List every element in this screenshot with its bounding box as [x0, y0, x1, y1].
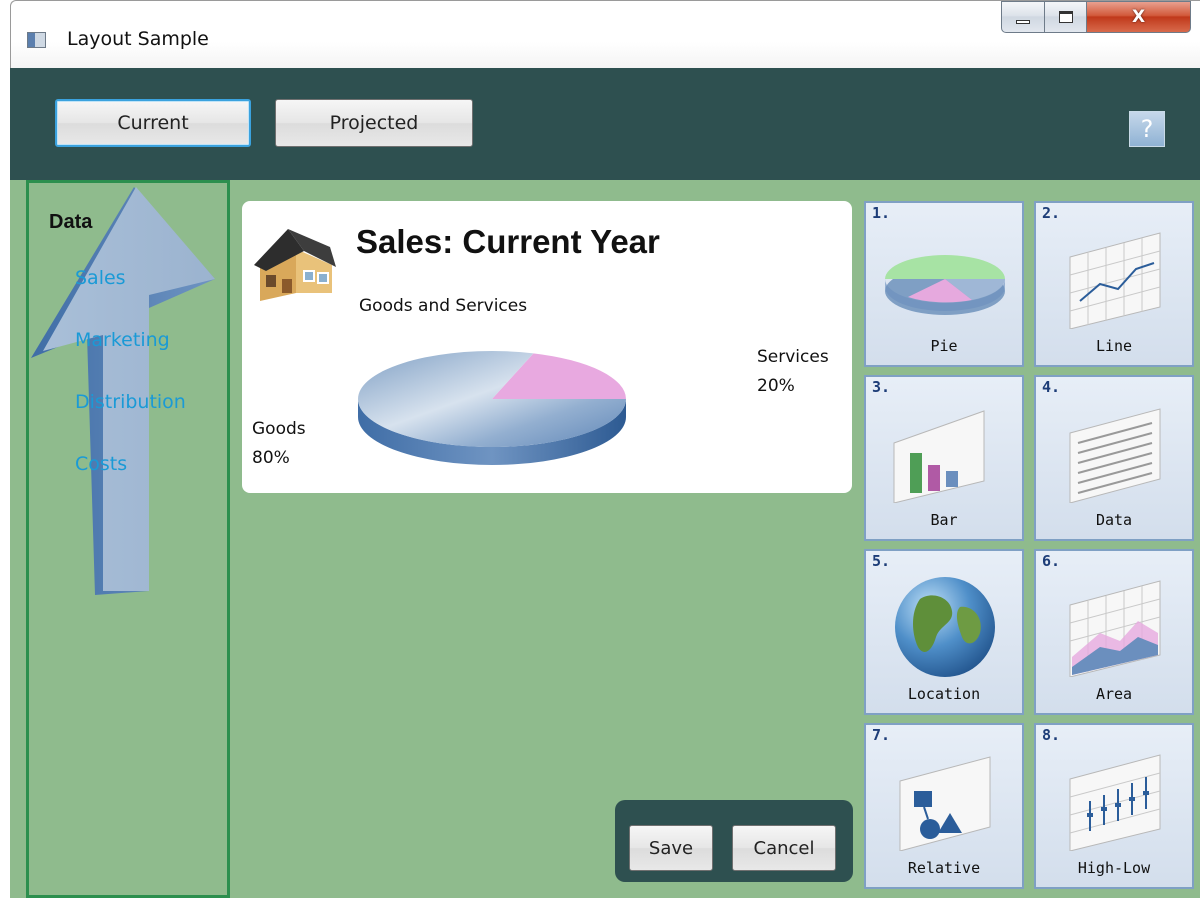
line-chart-icon	[1069, 232, 1161, 329]
sidebar-item-costs[interactable]: Costs	[75, 453, 127, 475]
pie-label-goods-value: 80%	[252, 448, 290, 468]
toolbar: Current Projected ?	[10, 68, 1200, 180]
chart-type-bar[interactable]: 3. Bar	[864, 375, 1024, 541]
tile-label: Area	[1095, 685, 1133, 703]
chart-type-pie[interactable]: 1. Pie	[864, 201, 1024, 367]
tile-number: 2.	[1042, 204, 1061, 222]
app-window-icon	[27, 32, 46, 48]
globe-icon	[895, 577, 995, 677]
sidebar: Data Sales Marketing Distribution Costs	[26, 180, 230, 898]
tab-current[interactable]: Current	[55, 99, 251, 147]
area-chart-icon	[1069, 580, 1161, 677]
maximize-icon	[1058, 11, 1073, 23]
minimize-button[interactable]	[1001, 1, 1045, 33]
high-low-chart-icon	[1069, 754, 1161, 851]
pie-label-goods-name: Goods	[252, 419, 306, 439]
pie-chart-icon	[885, 255, 1005, 315]
help-button[interactable]: ?	[1129, 111, 1165, 147]
tab-projected[interactable]: Projected	[275, 99, 473, 147]
tile-label: Data	[1095, 511, 1133, 529]
tile-number: 7.	[872, 726, 891, 744]
chart-type-area[interactable]: 6. Area	[1034, 549, 1194, 715]
pie-label-services-value: 20%	[757, 376, 795, 396]
tile-number: 3.	[872, 378, 891, 396]
chart-title: Sales: Current Year	[356, 223, 660, 260]
relative-shapes-icon	[899, 756, 991, 851]
tile-label: Bar	[930, 511, 958, 529]
chart-type-location[interactable]: 5. Location	[864, 549, 1024, 715]
tile-number: 6.	[1042, 552, 1061, 570]
sidebar-item-sales[interactable]: Sales	[75, 267, 126, 289]
chart-type-data[interactable]: 4. Data	[1034, 375, 1194, 541]
data-sheet-icon	[1069, 408, 1161, 503]
tile-label: Line	[1095, 337, 1133, 355]
minimize-icon	[1016, 20, 1030, 24]
bar-chart-icon	[893, 410, 985, 503]
action-bar: Save Cancel	[615, 800, 853, 882]
tile-number: 1.	[872, 204, 891, 222]
pie-label-services-name: Services	[757, 347, 829, 367]
tile-number: 5.	[872, 552, 891, 570]
tile-label: Relative	[907, 859, 981, 877]
chart-subtitle: Goods and Services	[359, 296, 528, 316]
content-area: Data Sales Marketing Distribution Costs …	[10, 180, 1200, 898]
chart-card: Sales: Current Year Goods and Services G…	[242, 201, 852, 493]
house-icon	[254, 229, 336, 301]
help-icon: ?	[1140, 115, 1154, 143]
tile-label: Location	[907, 685, 981, 703]
tile-label: Pie	[930, 337, 958, 355]
maximize-button[interactable]	[1045, 1, 1087, 33]
tile-number: 8.	[1042, 726, 1061, 744]
sidebar-item-distribution[interactable]: Distribution	[75, 391, 186, 413]
pie-label-goods: Goods 80%	[252, 415, 306, 473]
save-button[interactable]: Save	[629, 825, 713, 871]
tile-label: High-Low	[1077, 859, 1151, 877]
tile-number: 4.	[1042, 378, 1061, 396]
sidebar-item-marketing[interactable]: Marketing	[75, 329, 170, 351]
pie-label-services: Services 20%	[757, 343, 829, 401]
chart-type-line[interactable]: 2. Line	[1034, 201, 1194, 367]
close-button[interactable]: X	[1087, 1, 1191, 33]
window-title: Layout Sample	[67, 28, 209, 50]
sidebar-heading: Data	[49, 211, 93, 233]
cancel-button[interactable]: Cancel	[732, 825, 836, 871]
chart-type-relative[interactable]: 7. Relative	[864, 723, 1024, 889]
chart-type-high-low[interactable]: 8. High-Low	[1034, 723, 1194, 889]
close-icon: X	[1131, 7, 1146, 27]
window-controls: X	[1001, 1, 1191, 33]
pie-chart	[357, 351, 626, 465]
